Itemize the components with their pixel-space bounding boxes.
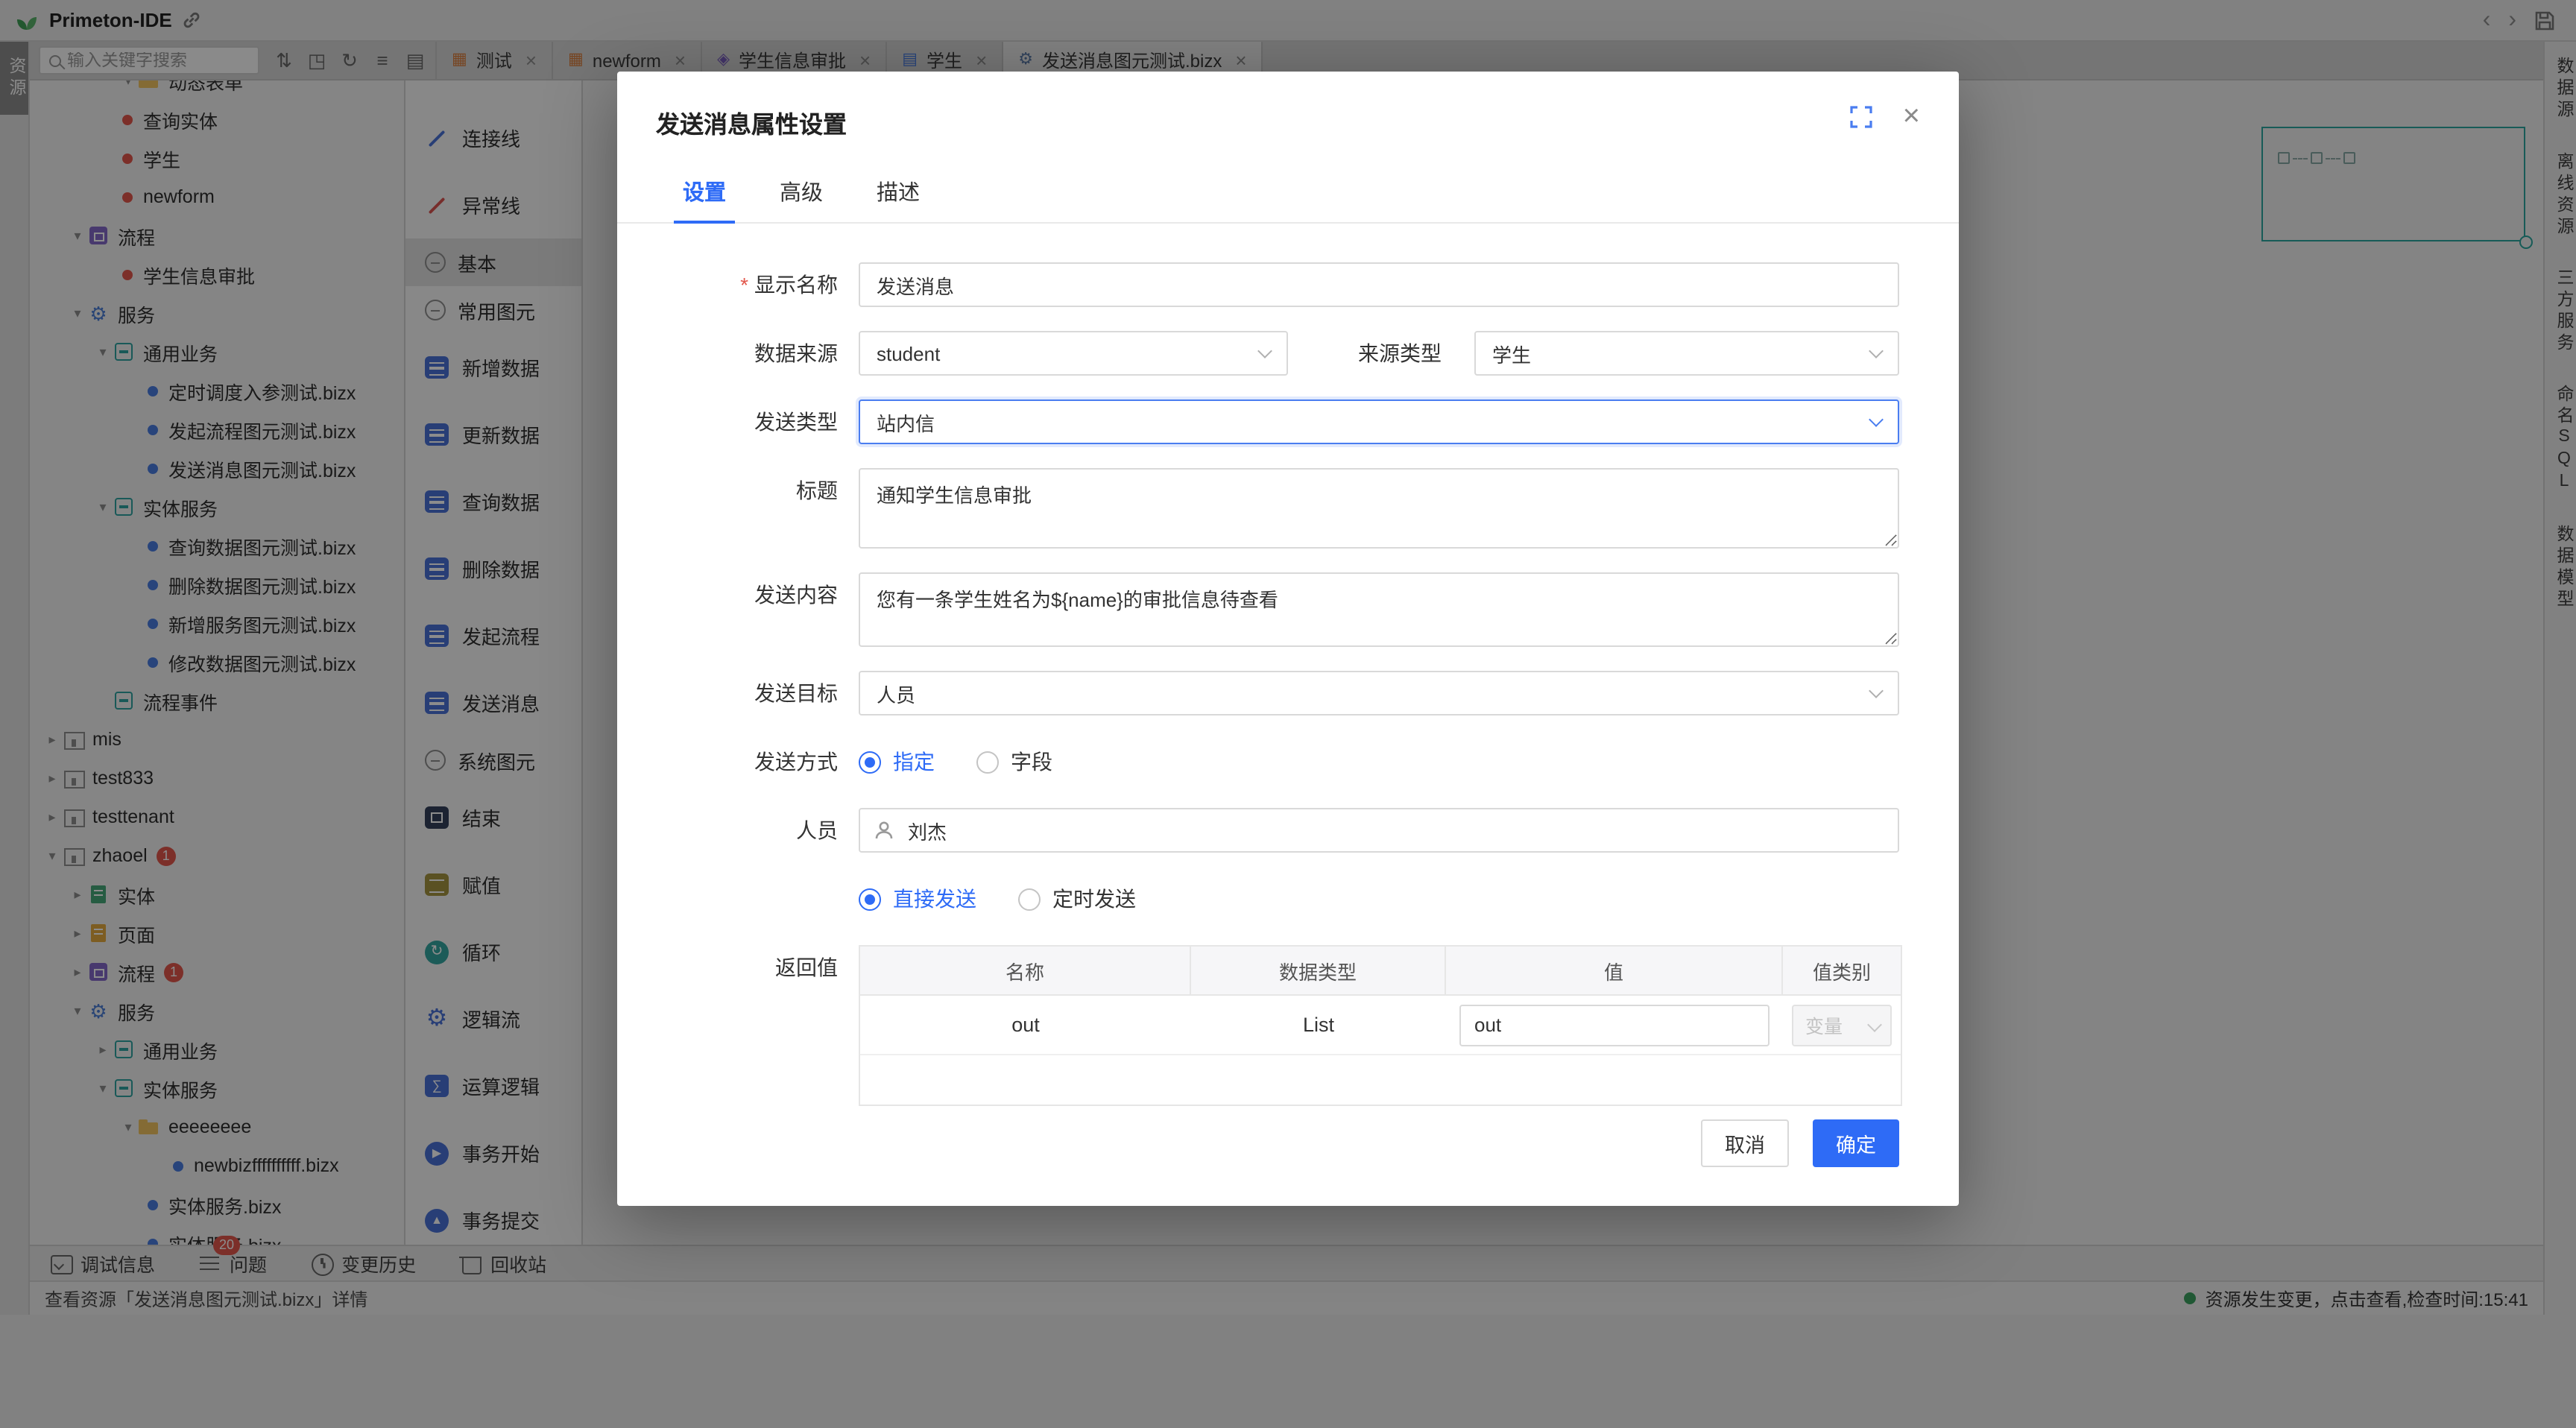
- send-mode-radio-group: 指定 字段: [859, 739, 1899, 784]
- returns-table-empty-area: [860, 1055, 1901, 1105]
- column-header: 值类别: [1783, 947, 1901, 994]
- chevron-down-icon: [1257, 344, 1272, 358]
- data-type-cell: List: [1191, 996, 1446, 1054]
- radio-icon: [1018, 888, 1041, 910]
- select-value: 人员: [877, 679, 915, 707]
- table-row: outList 变量: [860, 996, 1901, 1055]
- display-name-input[interactable]: [859, 262, 1899, 307]
- value-cell: [1446, 996, 1783, 1054]
- select-value: 学生: [1492, 339, 1531, 367]
- radio-icon: [859, 751, 881, 773]
- content-textarea[interactable]: 您有一条学生姓名为${name}的审批信息待查看: [859, 572, 1899, 647]
- radio-label: 定时发送: [1052, 884, 1136, 914]
- radio-icon: [976, 751, 999, 773]
- ide-window: Primeton-IDE ‹ › 资源 ⇅◳↻: [0, 0, 2576, 1428]
- column-header: 值: [1446, 947, 1783, 994]
- field-label-returns: 返回值: [617, 945, 859, 990]
- fullscreen-icon[interactable]: [1851, 105, 1873, 127]
- field-label-title: 标题: [617, 468, 859, 513]
- person-icon: [874, 820, 894, 845]
- source-type-select[interactable]: 学生: [1474, 331, 1899, 376]
- chevron-down-icon: [1869, 412, 1884, 427]
- field-label-data-source: 数据来源: [617, 331, 859, 376]
- dialog-body: *显示名称 数据来源 student 来源类型 学生: [617, 224, 1959, 1119]
- field-label-send-type: 发送类型: [617, 399, 859, 444]
- chevron-down-icon: [1867, 1017, 1882, 1031]
- dialog-tab[interactable]: 设置: [656, 161, 753, 222]
- close-icon[interactable]: ×: [1903, 101, 1920, 131]
- field-label-display-name: *显示名称: [617, 262, 859, 307]
- timing-radio-group: 直接发送 定时发送: [859, 876, 1899, 921]
- radio-option[interactable]: 字段: [976, 747, 1052, 777]
- radio-label: 指定: [893, 747, 935, 777]
- radio-label: 直接发送: [893, 884, 976, 914]
- person-input[interactable]: [859, 808, 1899, 853]
- field-label-person: 人员: [617, 808, 859, 853]
- dialog-tab[interactable]: 高级: [753, 161, 850, 222]
- dialog-title: 发送消息属性设置: [656, 104, 1920, 140]
- name-cell: out: [860, 996, 1191, 1054]
- column-header: 名称: [860, 947, 1191, 994]
- send-type-select[interactable]: 站内信: [859, 399, 1899, 444]
- chevron-down-icon: [1869, 683, 1884, 698]
- field-label-source-type: 来源类型: [1288, 331, 1474, 376]
- ok-button[interactable]: 确定: [1813, 1119, 1899, 1167]
- dialog-tab[interactable]: 描述: [850, 161, 947, 222]
- dialog-tabs: 设置高级描述: [617, 161, 1959, 224]
- select-value: 站内信: [877, 408, 935, 436]
- radio-label: 字段: [1011, 747, 1052, 777]
- returns-table: 名称数据类型值值类别 outList 变量: [859, 945, 1902, 1106]
- returns-table-head: 名称数据类型值值类别: [860, 947, 1901, 996]
- field-label-send-mode: 发送方式: [617, 739, 859, 784]
- select-value: student: [877, 342, 940, 364]
- dialog-header: 发送消息属性设置 ×: [617, 72, 1959, 140]
- chevron-down-icon: [1869, 344, 1884, 358]
- column-header: 数据类型: [1191, 947, 1446, 994]
- send-target-select[interactable]: 人员: [859, 671, 1899, 715]
- title-textarea[interactable]: 通知学生信息审批: [859, 468, 1899, 549]
- value-category-cell: 变量: [1783, 996, 1901, 1054]
- field-label-content: 发送内容: [617, 572, 859, 617]
- radio-option[interactable]: 直接发送: [859, 884, 976, 914]
- value-category-select[interactable]: 变量: [1792, 1004, 1892, 1046]
- returns-table-body: outList 变量: [860, 996, 1901, 1055]
- radio-icon: [859, 888, 881, 910]
- dialog-footer: 取消 确定: [617, 1119, 1959, 1206]
- send-message-settings-dialog: 发送消息属性设置 × 设置高级描述 *显示名称 数据来源 student: [617, 72, 1959, 1206]
- radio-option[interactable]: 定时发送: [1018, 884, 1136, 914]
- radio-option[interactable]: 指定: [859, 747, 935, 777]
- field-label-target: 发送目标: [617, 671, 859, 715]
- data-source-select[interactable]: student: [859, 331, 1288, 376]
- value-input[interactable]: [1459, 1004, 1770, 1046]
- cancel-button[interactable]: 取消: [1701, 1119, 1789, 1167]
- select-value: 变量: [1805, 1011, 1843, 1039]
- required-mark: *: [740, 273, 748, 297]
